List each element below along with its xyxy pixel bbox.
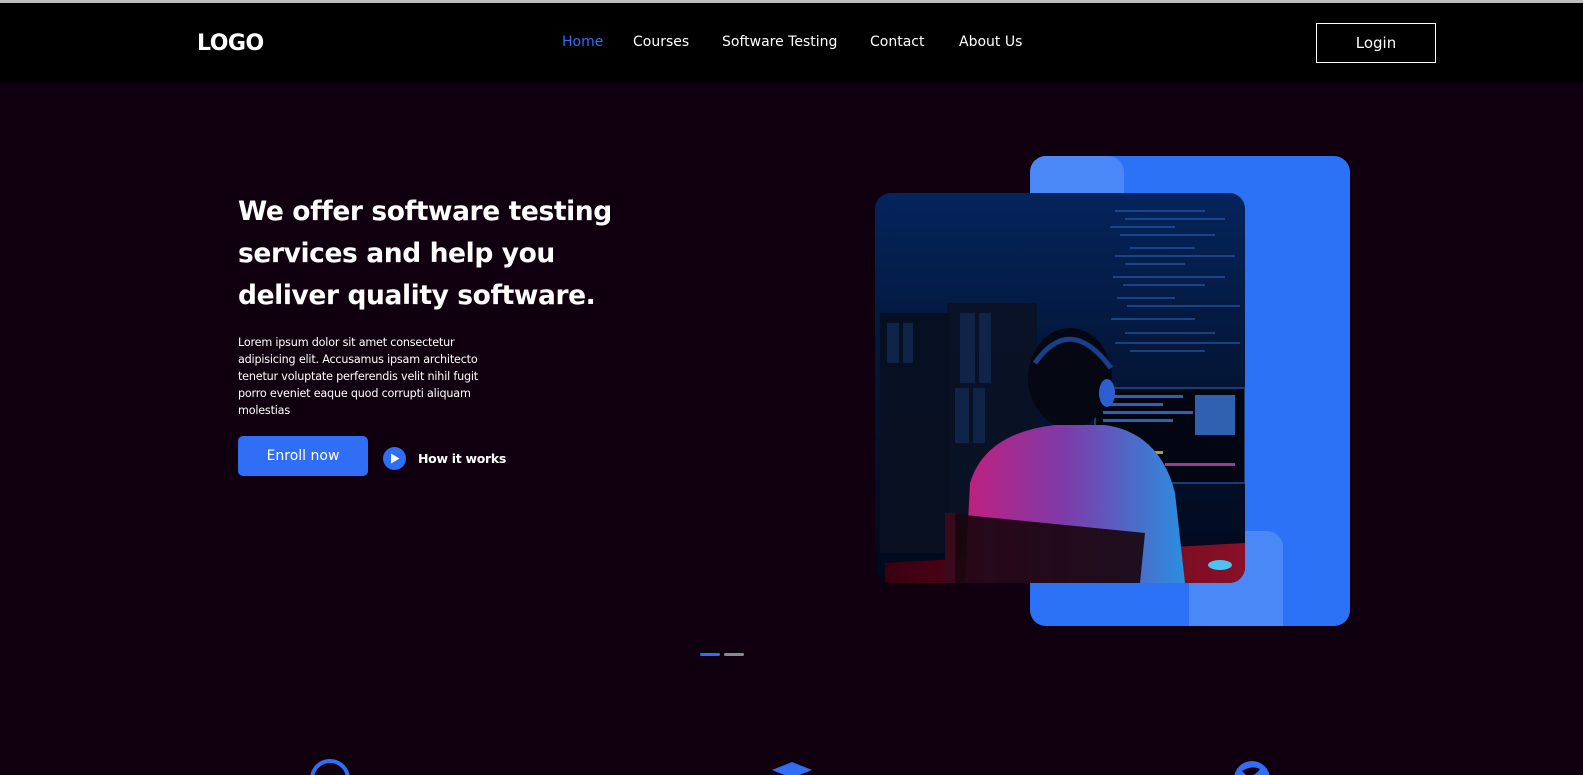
nav-link-about-us[interactable]: About Us — [959, 34, 1022, 50]
navbar: LOGO Home Courses Software Testing Conta… — [0, 3, 1583, 82]
logo[interactable]: LOGO — [197, 31, 264, 56]
nav-link-home[interactable]: Home — [562, 34, 603, 50]
login-button[interactable]: Login — [1316, 23, 1436, 63]
enroll-now-button[interactable]: Enroll now — [238, 436, 368, 476]
hero-photo — [875, 193, 1245, 583]
page: LOGO Home Courses Software Testing Conta… — [0, 0, 1583, 775]
nav-link-courses[interactable]: Courses — [633, 34, 689, 50]
how-it-works-label[interactable]: How it works — [418, 451, 506, 466]
slider-dot-2[interactable] — [724, 653, 744, 656]
slider-dot-1[interactable] — [700, 653, 720, 656]
play-icon[interactable] — [383, 446, 406, 470]
nav-link-software-testing[interactable]: Software Testing — [722, 34, 837, 50]
developer-at-computer-photo — [875, 193, 1245, 583]
graduation-cap-icon — [770, 762, 814, 775]
nav-link-contact[interactable]: Contact — [870, 34, 924, 50]
how-it-works-link[interactable]: How it works — [383, 446, 506, 470]
hero-title: We offer software testing services and h… — [238, 196, 612, 311]
hero-description: Lorem ipsum dolor sit amet consectetur a… — [238, 336, 478, 417]
globe-icon — [1230, 757, 1274, 775]
circle-icon — [308, 757, 352, 775]
